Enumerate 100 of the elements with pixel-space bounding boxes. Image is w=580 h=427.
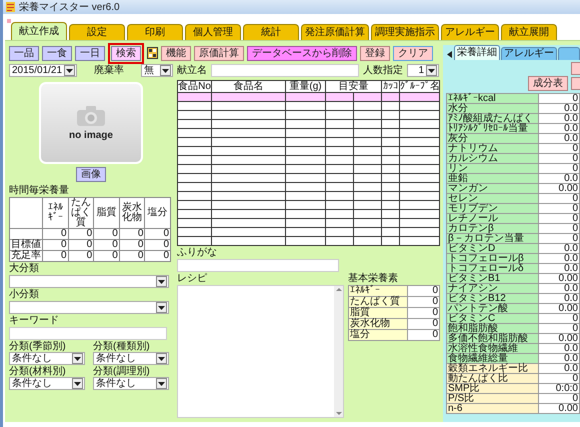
field-label: 分類(材料別) — [9, 366, 67, 377]
field-label: 小分類 — [9, 289, 40, 300]
caret-icon[interactable] — [160, 65, 171, 76]
tab[interactable]: 設定 — [69, 24, 125, 40]
table-row[interactable] — [178, 110, 440, 120]
nutrient-value: 0.0 — [538, 254, 580, 264]
table-row[interactable] — [178, 228, 440, 236]
scrollbar[interactable] — [334, 286, 343, 417]
column-header: ｶｯｺ — [382, 80, 400, 92]
table-button[interactable]: 成分表 — [528, 76, 568, 91]
toolbar-button[interactable]: 原価計算 — [194, 46, 244, 60]
camera-icon — [76, 105, 106, 127]
toolbar-button[interactable]: 機能 — [161, 46, 191, 60]
condition-dropdown[interactable]: 条件なし — [9, 377, 85, 390]
table-cell: 0 — [119, 250, 145, 262]
toolbar-button[interactable]: 一品 — [9, 46, 39, 60]
tab[interactable]: 献立展開 — [501, 24, 557, 40]
nutrient-value: 0 — [538, 214, 580, 224]
toolbar-button[interactable]: 登録 — [360, 46, 390, 60]
tab[interactable]: 献立作成 — [11, 22, 67, 40]
column-header: 食品No — [178, 80, 212, 92]
table-row[interactable] — [178, 128, 440, 138]
tab[interactable]: 統計 — [243, 24, 299, 40]
condition-dropdown[interactable]: 条件なし — [93, 377, 169, 390]
servings-dropdown[interactable]: 1 — [407, 64, 439, 77]
nutrient-value: 0.00 — [538, 184, 580, 194]
tab[interactable]: 個人管理 — [185, 24, 241, 40]
tab[interactable]: アレルギー — [441, 24, 499, 40]
condition-dropdown[interactable]: 条件なし — [93, 352, 169, 365]
table-row[interactable] — [178, 218, 440, 228]
nutrient-label: 穀類エネルギー比 — [446, 364, 539, 374]
nutrient-label: 塩分 — [348, 330, 408, 340]
caret-icon[interactable] — [426, 65, 437, 76]
table-row[interactable] — [178, 156, 440, 164]
caret-icon[interactable] — [72, 378, 83, 389]
nutrient-label: モリブデン — [446, 204, 539, 214]
table-cell: 0 — [42, 228, 68, 240]
tab[interactable]: 栄養詳細 — [454, 45, 500, 60]
caret-icon[interactable] — [156, 378, 167, 389]
toolbar-button[interactable]: クリア — [393, 46, 433, 60]
nutrient-label: ｴﾈﾙｷﾞｰ — [348, 286, 408, 296]
table-row[interactable] — [178, 102, 440, 110]
nutrient-label: n-6 — [446, 404, 539, 414]
nutrient-label: ビタミンB12 — [446, 294, 539, 304]
tab[interactable]: 発注原価計算 — [301, 24, 369, 40]
recipe-field[interactable] — [177, 285, 344, 418]
table-row[interactable] — [178, 192, 440, 200]
field-label: 献立名 — [177, 65, 207, 76]
nutrient-label: 食物繊維総量 — [446, 354, 539, 364]
tab[interactable]: 調理実施指示 — [371, 24, 439, 40]
nutrient-value: 0 — [538, 224, 580, 234]
table-row[interactable] — [178, 236, 440, 246]
table-cell: 0 — [144, 228, 170, 240]
nutrient-value: 0.0 — [538, 284, 580, 294]
furigana-field[interactable] — [177, 259, 339, 272]
table-row[interactable] — [178, 200, 440, 210]
nutrient-value: 0.0 — [538, 294, 580, 304]
nutrient-value: 0.0 — [538, 344, 580, 354]
nutrient-value: 0.0 — [538, 244, 580, 254]
caret-icon[interactable] — [156, 302, 167, 313]
table-row[interactable] — [178, 210, 440, 218]
toolbar-button[interactable]: データベースから削除 — [247, 46, 357, 60]
table-row[interactable] — [178, 120, 440, 128]
caret-icon[interactable] — [64, 65, 75, 76]
caret-icon[interactable] — [156, 353, 167, 364]
table-cell: 0 — [68, 250, 94, 262]
nutrient-label: ビタミンD — [446, 244, 539, 254]
tab[interactable]: アレルギー — [501, 47, 557, 60]
column-header: 塩分 — [144, 198, 170, 228]
table-cell: 0 — [144, 250, 170, 262]
image-button[interactable]: 画像 — [76, 167, 106, 182]
table-row[interactable] — [178, 138, 440, 146]
field-label: 人数指定 — [363, 65, 403, 76]
caret-icon[interactable] — [72, 353, 83, 364]
column-header: 炭水化物 — [119, 198, 145, 228]
nutrient-label: トコフェロールβ — [446, 254, 539, 264]
keyword-field[interactable] — [9, 327, 167, 340]
nutrient-value: 0.0 — [538, 114, 580, 124]
left-arrow-icon[interactable] — [446, 48, 453, 60]
tab[interactable]: 印刷 — [127, 24, 183, 40]
field-label: 廃棄率 — [94, 65, 124, 76]
nutrient-value: 0 — [538, 374, 580, 384]
row-header: 充足率 — [10, 250, 42, 262]
placeholder-text: no image — [69, 130, 113, 141]
grid-icon[interactable] — [147, 47, 158, 59]
table-row[interactable] — [178, 182, 440, 192]
nutrient-value: 0.00 — [538, 274, 580, 284]
waste-rate-dropdown[interactable]: 無 — [141, 64, 173, 77]
menu-name-field[interactable] — [211, 64, 359, 77]
table-row[interactable] — [178, 174, 440, 182]
condition-dropdown[interactable]: 条件なし — [9, 352, 85, 365]
table-row[interactable] — [178, 164, 440, 174]
field-label: ふりがな — [177, 247, 218, 258]
toolbar-button[interactable]: 検索 — [111, 46, 141, 60]
toolbar-button[interactable]: 一日 — [75, 46, 105, 60]
marker-icon — [7, 19, 11, 23]
caret-icon[interactable] — [156, 276, 167, 287]
toolbar-button[interactable]: 一食 — [42, 46, 72, 60]
date-dropdown[interactable]: 2015/01/21 — [9, 64, 77, 77]
table-row[interactable] — [178, 146, 440, 156]
